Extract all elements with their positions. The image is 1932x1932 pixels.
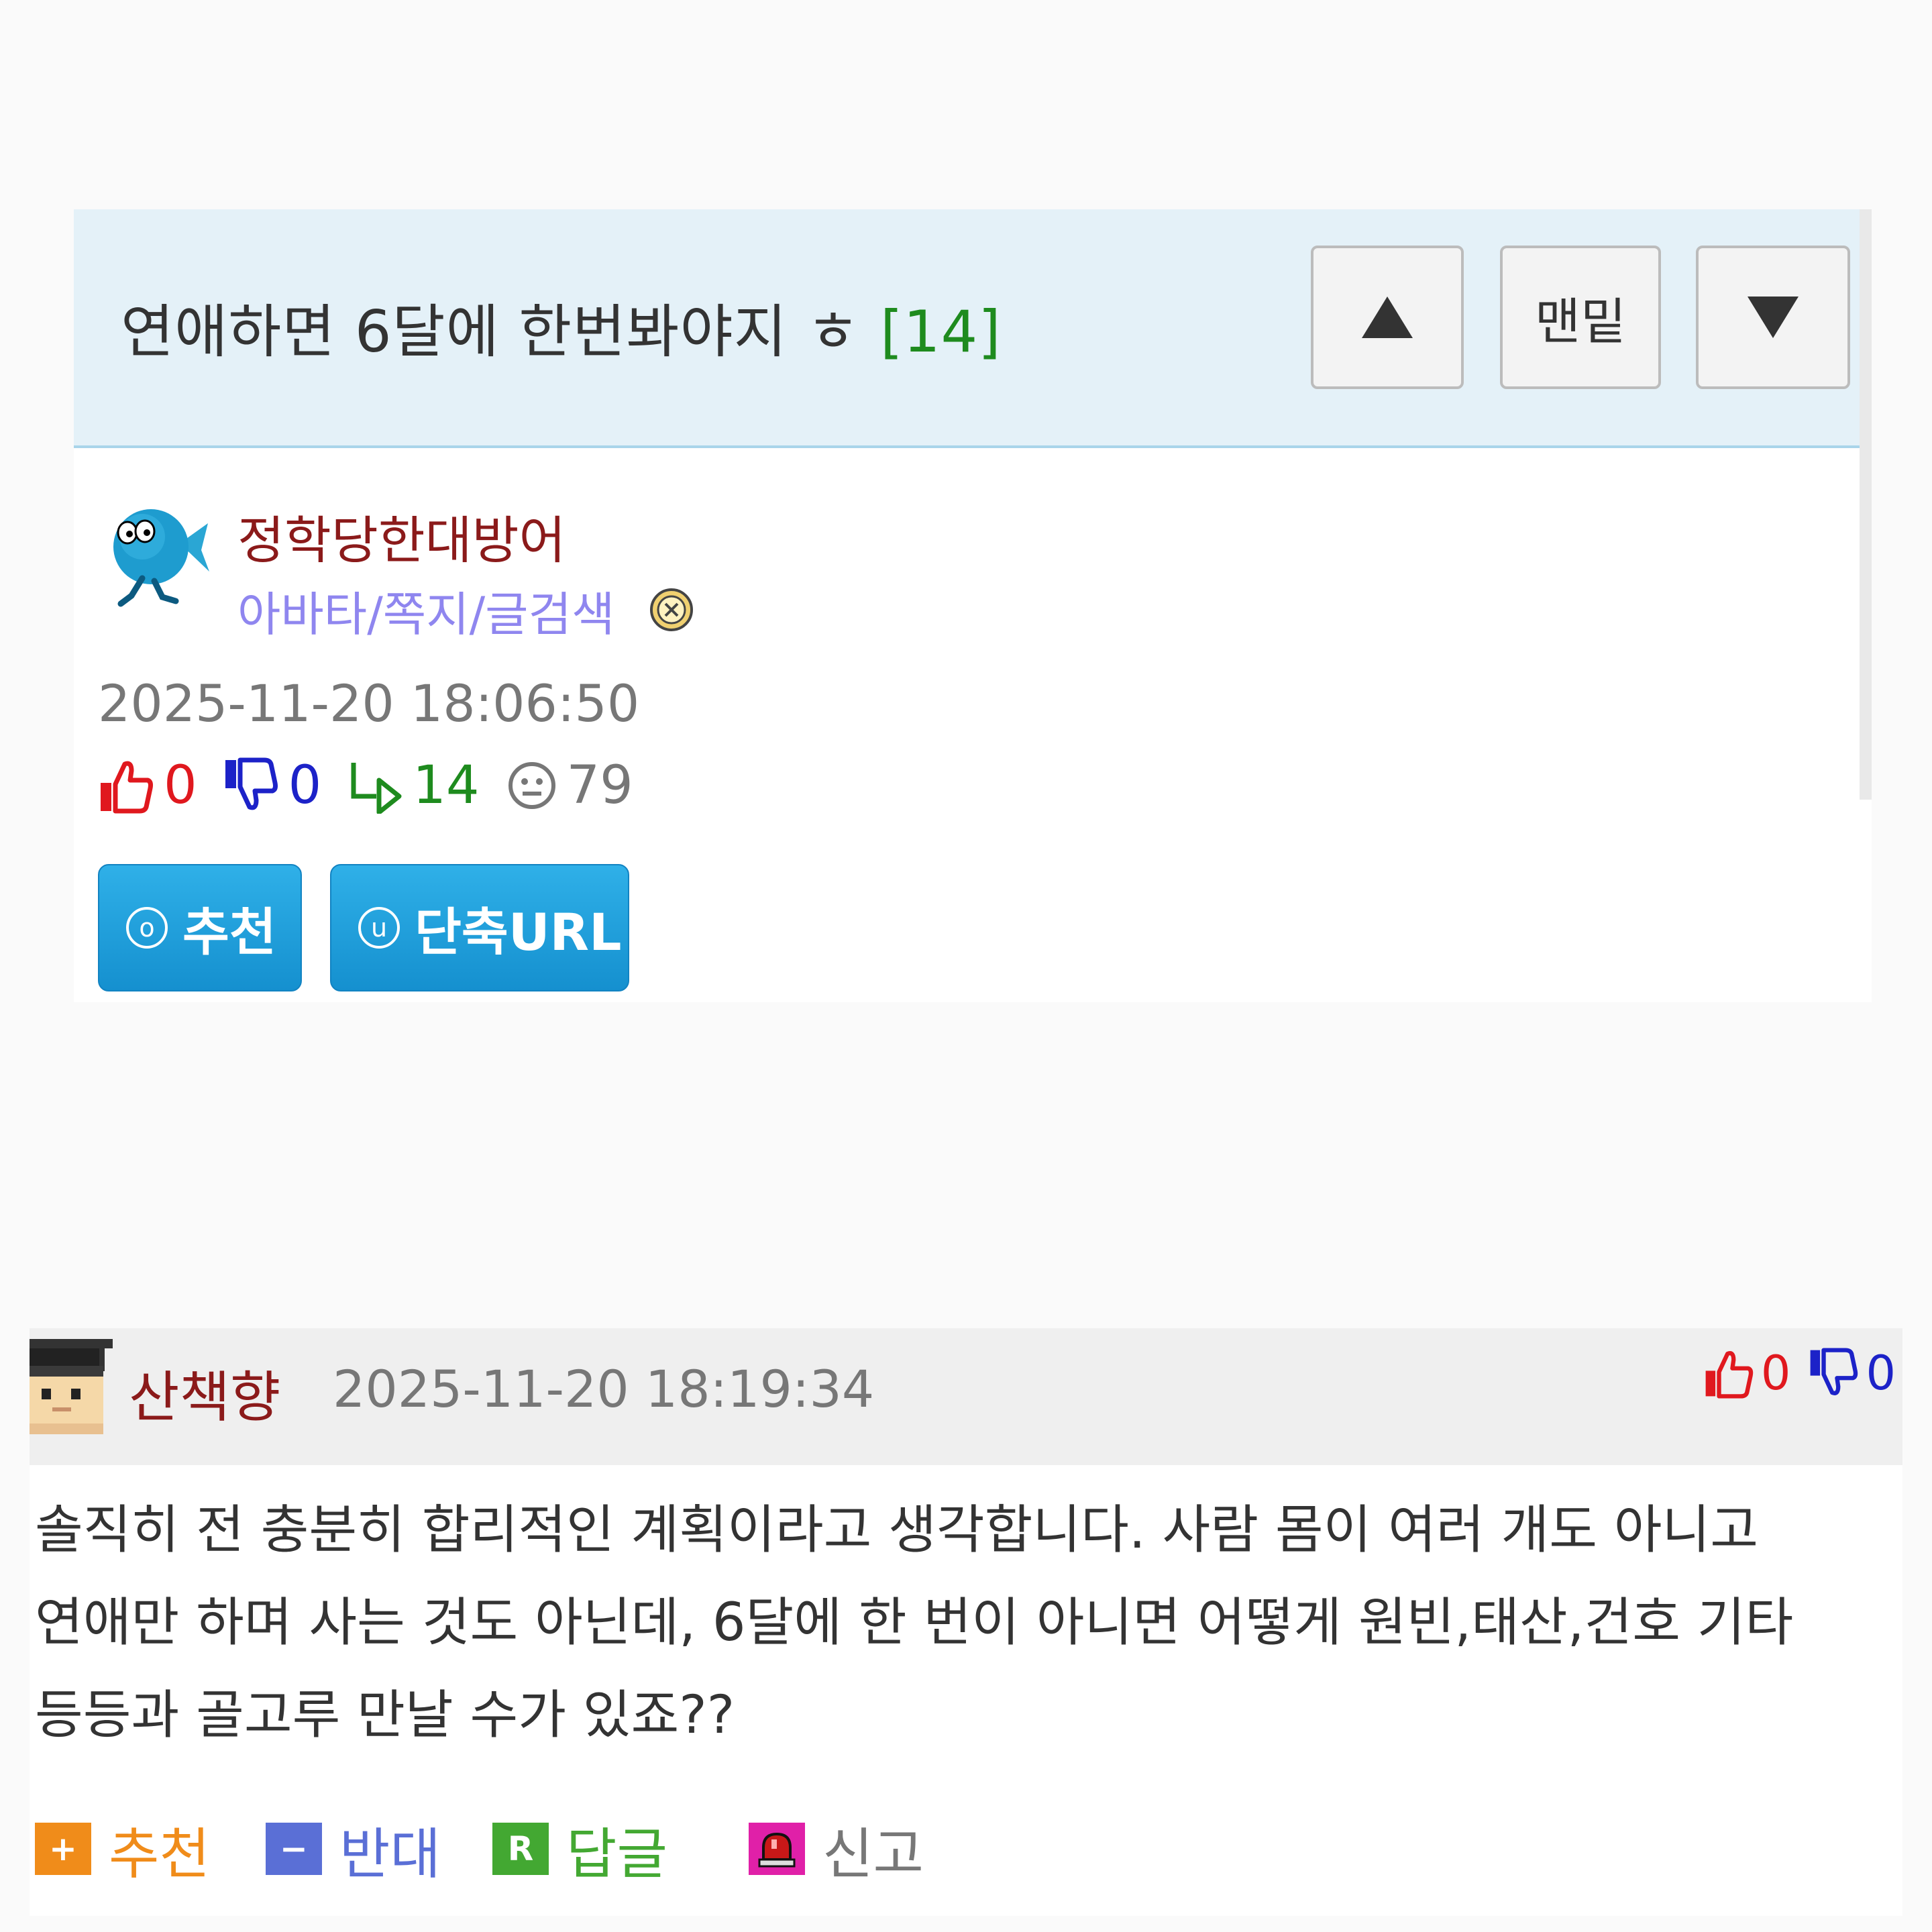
post-view-count: 79 [566,755,633,816]
comment-line: 등등과 골고루 만날 수가 있죠?? [35,1685,735,1746]
comment-recommend-button[interactable]: + 추천 [35,1815,210,1886]
recommend-button[interactable]: o 추천 [98,864,302,991]
scroll-bottom-button[interactable]: 맨밑 [1500,246,1661,389]
comment-count[interactable]: [14] [880,299,1002,366]
thumbs-up-icon[interactable] [1703,1348,1754,1399]
scroll-bottom-label: 맨밑 [1534,292,1627,351]
short-url-circle-icon: u [358,907,400,949]
scroll-down-button[interactable] [1696,246,1850,389]
thumbs-up-icon [101,761,153,814]
comment-author[interactable]: 산책향 [129,1352,280,1432]
comment-report-button[interactable]: 신고 [749,1815,924,1886]
post-date: 2025-11-20 18:06:50 [98,674,640,733]
post-stats: 0 0 14 79 [98,755,633,816]
comment-downvote-count: 0 [1866,1346,1896,1401]
siren-icon [749,1823,805,1875]
author-links[interactable]: 아바타/쪽지/글검색 [237,577,614,645]
comment-line: 솔직히 전 충분히 합리적인 계획이라고 생각합니다. 사람 몸이 여러 개도 … [35,1500,1759,1560]
comment-upvote-count: 0 [1760,1346,1791,1401]
reply-arrow-icon [351,763,402,814]
recommend-label: 추천 [182,902,276,962]
post-reply-count: 14 [413,755,480,816]
comment-date: 2025-11-20 18:19:34 [333,1359,875,1419]
plus-icon: + [35,1823,91,1875]
recommend-circle-icon: o [126,907,168,949]
comment-reply-button[interactable]: R 답글 [492,1815,667,1886]
thumbs-down-icon[interactable] [1808,1348,1859,1399]
scroll-up-button[interactable] [1311,246,1464,389]
comment-reply-label: 답글 [566,1822,667,1886]
short-url-button[interactable]: u 단축URL [330,864,629,991]
comment-report-label: 신고 [822,1822,924,1886]
comment-body: 솔직히 전 충분히 합리적인 계획이라고 생각합니다. 사람 몸이 여러 개도 … [35,1484,1900,1762]
author-avatar[interactable] [101,496,215,610]
post-upvote-count: 0 [164,755,197,816]
short-url-label: 단축URL [415,902,622,962]
comment: 산책향 2025-11-20 18:19:34 0 0 솔직히 전 충분히 합리… [30,1328,1902,1916]
minus-icon: − [266,1823,322,1875]
comment-votes: 0 0 [1703,1343,1896,1403]
comment-line: 연애만 하며 사는 것도 아닌데, 6달에 한 번이 아니면 어떻게 원빈,태산… [35,1593,1794,1653]
member-badge-icon [650,588,693,631]
author-name[interactable]: 정학당한대방어 [237,499,566,573]
comment-oppose-label: 반대 [339,1822,441,1886]
comment-oppose-button[interactable]: − 반대 [266,1815,441,1886]
comment-recommend-label: 추천 [109,1822,210,1886]
page-title: 연애하면 6달에 한번봐야지 ㅎ [14] [121,284,1002,368]
views-face-icon [508,762,555,809]
scrollbar[interactable] [1860,209,1872,800]
reply-r-icon: R [492,1823,549,1875]
triangle-up-icon [1362,297,1413,338]
triangle-down-icon [1748,297,1799,338]
post-card: 연애하면 6달에 한번봐야지 ㅎ [14] 맨밑 정학당한대방어 아바타/쪽지/글… [74,209,1872,1002]
comment-header [30,1328,1902,1465]
post-title-text: 연애하면 6달에 한번봐야지 ㅎ [121,299,861,366]
commenter-avatar[interactable] [30,1339,113,1434]
post-downvote-count: 0 [288,755,322,816]
thumbs-down-icon [225,757,278,810]
